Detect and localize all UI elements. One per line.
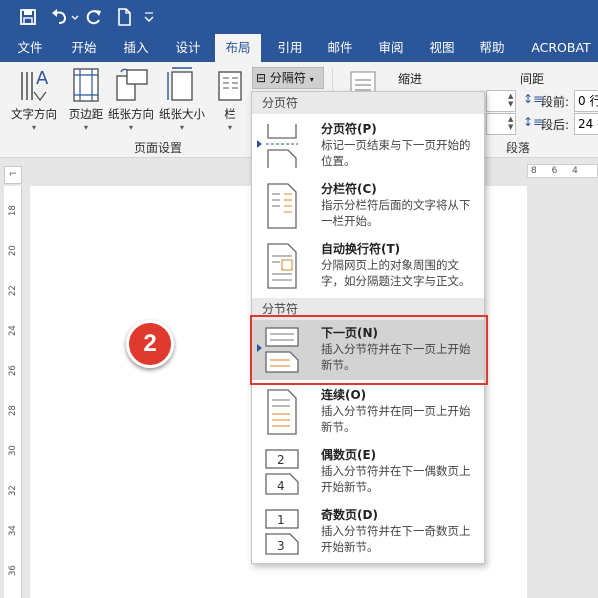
text-direction-button[interactable]: A 文字方向 ▾ xyxy=(6,66,62,132)
highlight-callout-box xyxy=(250,315,488,385)
breaks-icon: ⊟ xyxy=(256,71,267,85)
menu-item-odd-page[interactable]: 1 3 奇数页(D) 插入分节符并在下一奇数页上开始新节。 xyxy=(252,502,484,562)
column-break-icon xyxy=(267,183,297,229)
ruler-number: 36 xyxy=(8,565,18,576)
undo-icon[interactable] xyxy=(50,7,70,27)
ruler-number: 32 xyxy=(8,485,18,496)
caret-icon: ▾ xyxy=(83,123,88,132)
menu-item-desc: 标记一页结束与下一页开始的位置。 xyxy=(321,138,471,168)
ruler-number: 20 xyxy=(8,245,18,256)
columns-button[interactable]: 栏 ▾ xyxy=(214,66,246,132)
even-page-icon: 2 4 xyxy=(265,449,299,495)
tab-home[interactable]: 开始 xyxy=(62,34,106,62)
margins-icon xyxy=(73,68,99,102)
caret-icon: ▾ xyxy=(179,123,184,132)
orientation-button[interactable]: 纸张方向 ▾ xyxy=(106,66,156,132)
tab-selector-button[interactable]: ⌐ xyxy=(4,166,22,184)
size-button[interactable]: 纸张大小 ▾ xyxy=(156,66,208,132)
menu-item-title: 自动换行符(T) xyxy=(321,242,401,256)
tab-view[interactable]: 视图 xyxy=(420,34,464,62)
ruler-number: 18 xyxy=(8,205,18,216)
ruler-number: 22 xyxy=(8,285,18,296)
orientation-label: 纸张方向 xyxy=(108,107,154,121)
margins-label: 页边距 xyxy=(68,107,104,121)
ruler-number: 26 xyxy=(8,365,18,376)
tab-insert[interactable]: 插入 xyxy=(114,34,158,62)
new-document-icon[interactable] xyxy=(114,7,134,27)
tab-acrobat[interactable]: ACROBAT xyxy=(526,34,596,62)
indent-label: 缩进 xyxy=(398,72,423,86)
menu-item-text-wrapping[interactable]: 自动换行符(T) 分隔网页上的对象周围的文字，如分隔题注文字与正文。 xyxy=(252,236,484,296)
horizontal-ruler[interactable]: 8 6 4 xyxy=(527,164,598,178)
caret-icon: ▾ xyxy=(227,123,232,132)
page-breaks-header: 分页符 xyxy=(252,92,484,114)
menu-item-title: 偶数页(E) xyxy=(321,448,377,462)
margins-button[interactable]: 页边距 ▾ xyxy=(62,66,110,132)
continuous-icon xyxy=(267,389,297,435)
ruler-number: 30 xyxy=(8,445,18,456)
spacing-after-label: 段后: xyxy=(541,118,570,132)
menu-item-desc: 插入分节符并在下一奇数页上开始新节。 xyxy=(321,524,471,554)
pointer-icon xyxy=(257,140,262,148)
title-bar xyxy=(0,0,598,34)
menu-item-title: 分栏符(C) xyxy=(321,182,377,196)
tab-layout[interactable]: 布局 xyxy=(215,34,261,62)
tab-mailings[interactable]: 邮件 xyxy=(318,34,362,62)
menu-item-desc: 插入分节符并在下一偶数页上开始新节。 xyxy=(321,464,471,494)
svg-text:1: 1 xyxy=(277,513,285,527)
spin-arrows-icon[interactable]: ▲ ▼ xyxy=(508,115,513,131)
ruler-number: 24 xyxy=(8,325,18,336)
svg-text:3: 3 xyxy=(277,539,285,553)
save-icon[interactable] xyxy=(18,7,38,27)
size-label: 纸张大小 xyxy=(159,107,205,121)
spacing-label: 间距 xyxy=(520,72,545,86)
ruler-number: 34 xyxy=(8,525,18,536)
page-break-icon xyxy=(266,124,298,168)
spin-arrows-icon[interactable]: ▲ ▼ xyxy=(508,92,513,108)
breaks-label: 分隔符 xyxy=(269,71,306,85)
tab-file[interactable]: 文件 xyxy=(8,34,52,62)
menu-item-page-break[interactable]: 分页符(P) 标记一页结束与下一页开始的位置。 xyxy=(252,116,484,176)
page-setup-group-label: 页面设置 xyxy=(134,141,183,155)
caret-icon: ▾ xyxy=(128,123,133,132)
tab-design[interactable]: 设计 xyxy=(166,34,210,62)
text-direction-label: 文字方向 xyxy=(11,107,57,121)
menu-item-title: 奇数页(D) xyxy=(321,508,378,522)
menu-item-desc: 插入分节符并在同一页上开始新节。 xyxy=(321,404,471,434)
redo-icon[interactable] xyxy=(84,7,104,27)
svg-text:A: A xyxy=(36,68,49,89)
menu-item-title: 分页符(P) xyxy=(321,122,377,136)
menu-item-desc: 分隔网页上的对象周围的文字，如分隔题注文字与正文。 xyxy=(321,258,471,288)
columns-label: 栏 xyxy=(224,107,236,121)
odd-page-icon: 1 3 xyxy=(265,509,299,555)
spacing-before-label: 段前: xyxy=(541,95,570,109)
menu-item-continuous[interactable]: 连续(O) 插入分节符并在同一页上开始新节。 xyxy=(252,382,484,442)
spacing-after-input[interactable]: 24 行 xyxy=(574,113,598,135)
step-badge: 2 xyxy=(126,320,174,368)
caret-icon: ▾ xyxy=(31,123,36,132)
text-direction-icon: A xyxy=(21,68,49,102)
size-icon xyxy=(167,67,193,101)
ruler-number: 28 xyxy=(8,405,18,416)
ribbon-tabs: 文件 开始 插入 设计 布局 引用 邮件 审阅 视图 帮助 ACROBAT xyxy=(0,34,598,62)
vertical-ruler[interactable]: 18 20 22 24 26 28 30 32 34 36 xyxy=(4,186,22,598)
menu-item-title: 连续(O) xyxy=(321,388,367,402)
menu-item-column-break[interactable]: 分栏符(C) 指示分栏符后面的文字将从下一栏开始。 xyxy=(252,176,484,236)
paragraph-group-label: 段落 xyxy=(506,141,531,155)
svg-text:4: 4 xyxy=(277,479,285,493)
tab-help[interactable]: 帮助 xyxy=(470,34,514,62)
caret-icon: ▾ xyxy=(309,75,314,84)
svg-text:2: 2 xyxy=(277,453,285,467)
orientation-icon xyxy=(116,68,148,101)
breaks-button[interactable]: ⊟ 分隔符 ▾ xyxy=(252,67,324,89)
menu-item-desc: 指示分栏符后面的文字将从下一栏开始。 xyxy=(321,198,471,228)
columns-icon xyxy=(218,71,242,101)
text-wrapping-icon xyxy=(267,243,297,289)
chevron-down-icon[interactable] xyxy=(142,7,156,27)
tab-review[interactable]: 审阅 xyxy=(369,34,413,62)
menu-item-even-page[interactable]: 2 4 偶数页(E) 插入分节符并在下一偶数页上开始新节。 xyxy=(252,442,484,502)
tab-references[interactable]: 引用 xyxy=(268,34,312,62)
spacing-before-input[interactable]: 0 行 xyxy=(574,90,598,112)
undo-dropdown-icon[interactable] xyxy=(70,7,80,27)
